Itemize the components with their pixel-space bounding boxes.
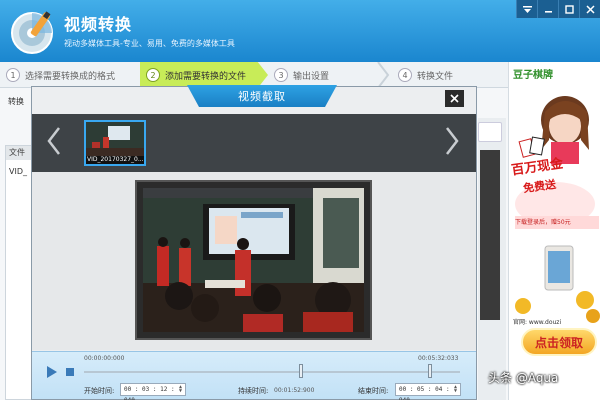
maximize-icon: [564, 4, 574, 14]
file-list-header: 文件: [6, 146, 32, 160]
minimize-button[interactable]: [537, 0, 558, 18]
ad-artwork: [515, 96, 600, 323]
step-number: 3: [274, 68, 288, 82]
step-number: 2: [146, 68, 160, 82]
timeline-end-time: 00:05:32:033: [418, 355, 459, 362]
start-time-label: 开始时间:: [84, 387, 115, 395]
stop-button[interactable]: [66, 368, 74, 376]
step-separator-icon: [377, 62, 390, 88]
close-button[interactable]: [579, 0, 600, 18]
app-subtitle: 视动多媒体工具-专业、易用、免费的多媒体工具: [64, 39, 235, 48]
watermark: 头条 @Aqua: [488, 371, 559, 385]
dropdown-icon: [522, 5, 532, 13]
side-preview-area: [480, 150, 500, 320]
spinner-icon[interactable]: ▲ ▼: [454, 385, 459, 394]
ad-strip-text: 下载登录后，赠50元: [515, 216, 599, 229]
video-image: [143, 188, 364, 332]
ad-url: 官网: www.douzi: [513, 319, 562, 326]
video-frame: [135, 180, 372, 340]
side-button[interactable]: [478, 122, 502, 142]
close-icon: [450, 94, 459, 103]
end-handle[interactable]: [428, 364, 432, 378]
play-icon[interactable]: [46, 366, 58, 378]
convert-tab[interactable]: 转换: [8, 96, 30, 110]
app-title: 视频转换: [64, 15, 133, 34]
app-header: 视频转换 视动多媒体工具-专业、易用、免费的多媒体工具: [0, 0, 600, 62]
end-time-input[interactable]: 00 : 05 : 04 : 940 ▲▼: [395, 383, 461, 400]
step-number: 4: [398, 68, 412, 82]
duration-label: 持续时间:: [238, 387, 269, 395]
app-logo-icon: [11, 11, 53, 54]
step-add-files[interactable]: 2 添加需要转换的文件: [140, 62, 268, 88]
step-label: 选择需要转换成的格式: [25, 71, 116, 82]
thumbnail-label: VID_20170327_0...: [87, 156, 144, 163]
close-icon: [585, 4, 595, 14]
dialog-title: 视频截取: [187, 85, 337, 107]
step-label: 添加需要转换的文件: [165, 71, 247, 82]
video-thumbnail[interactable]: VID_20170327_0...: [84, 120, 146, 166]
end-time-label: 结束时间:: [358, 387, 389, 395]
step-number: 1: [6, 68, 20, 82]
prev-arrow-icon[interactable]: [46, 126, 62, 156]
thumbnail-strip: VID_20170327_0...: [32, 114, 476, 172]
timeline-start-time: 00:00:00:000: [84, 355, 125, 362]
end-time-value: 00 : 05 : 04 : 940: [399, 386, 450, 400]
thumbnail-image: [86, 122, 144, 156]
timeline-track[interactable]: [84, 371, 460, 373]
step-select-format[interactable]: 1 选择需要转换成的格式: [0, 62, 138, 88]
next-arrow-icon[interactable]: [444, 126, 460, 156]
advertisement-panel[interactable]: 豆子棋牌 百万现金 免费送 下载登录后，赠50元 官网: www.douzi 点…: [508, 62, 600, 400]
step-label: 转换文件: [417, 71, 454, 82]
step-label: 输出设置: [293, 71, 330, 82]
side-preview: [478, 118, 506, 400]
step-output-settings[interactable]: 3 输出设置: [268, 62, 388, 88]
ad-claim-button[interactable]: 点击领取: [521, 328, 597, 356]
start-handle[interactable]: [299, 364, 303, 378]
menu-dropdown-button[interactable]: [516, 0, 537, 18]
dialog-close-button[interactable]: [445, 90, 464, 107]
file-list-row[interactable]: VID_: [6, 167, 32, 176]
playback-controls: 00:00:00:000 00:05:32:033 开始时间: 00 : 03 …: [32, 351, 476, 400]
step-convert[interactable]: 4 转换文件: [392, 62, 504, 88]
file-list: 文件 VID_: [5, 145, 33, 400]
ad-brand: 豆子棋牌: [513, 70, 553, 81]
duration-value: 00:01:52:900: [274, 387, 315, 394]
maximize-button[interactable]: [558, 0, 579, 18]
wizard-steps: 1 选择需要转换成的格式 2 添加需要转换的文件 3 输出设置 4 转换文件: [0, 62, 508, 88]
spinner-icon[interactable]: ▲ ▼: [179, 385, 184, 394]
minimize-icon: [544, 10, 552, 13]
window-controls: [516, 0, 600, 18]
start-time-value: 00 : 03 : 12 : 040: [124, 386, 175, 400]
start-time-input[interactable]: 00 : 03 : 12 : 040 ▲▼: [120, 383, 186, 400]
